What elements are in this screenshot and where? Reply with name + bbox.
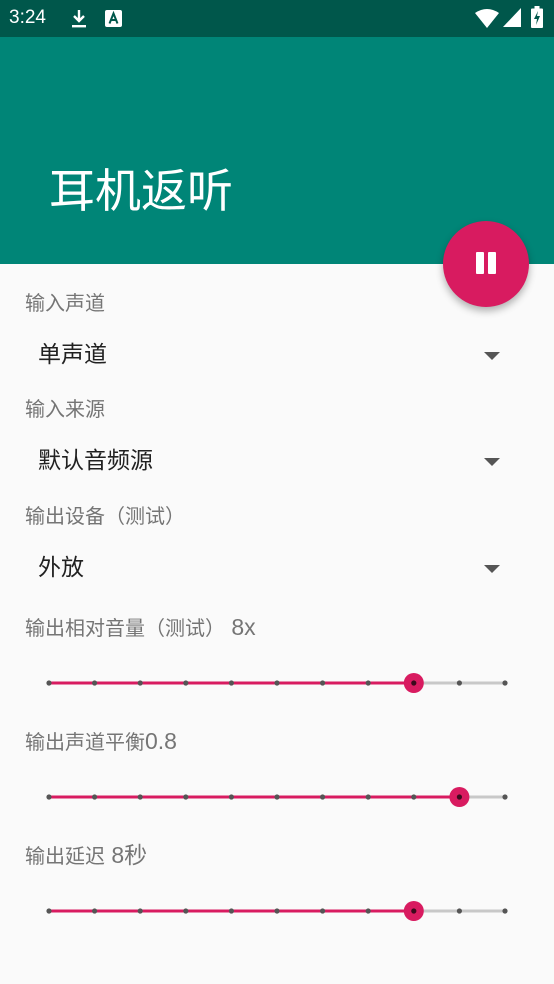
slider-thumb-dot bbox=[411, 680, 417, 686]
status-time: 3:24 bbox=[9, 7, 46, 28]
output-volume-label-text: 输出相对音量（测试） bbox=[25, 616, 225, 640]
slider-thumb-dot bbox=[411, 908, 417, 914]
input-source-spinner[interactable]: 默认音频源 bbox=[25, 434, 515, 490]
dropdown-arrow-icon bbox=[484, 565, 500, 573]
output-volume-label: 输出相对音量（测试） 8x bbox=[25, 614, 256, 642]
slider-thumb-dot bbox=[456, 794, 462, 800]
slider-tick bbox=[228, 908, 234, 914]
output-delay-slider[interactable] bbox=[46, 896, 508, 926]
slider-graphic bbox=[46, 673, 508, 693]
output-balance-slider[interactable] bbox=[46, 782, 508, 812]
output-balance-value: 0.8 bbox=[145, 728, 177, 754]
slider-tick bbox=[274, 680, 280, 686]
slider-graphic bbox=[46, 787, 508, 807]
slider-tick bbox=[320, 680, 326, 686]
output-balance-label-text: 输出声道平衡 bbox=[25, 730, 145, 754]
slider-tick bbox=[502, 680, 508, 686]
dropdown-arrow-icon bbox=[484, 352, 500, 360]
output-volume-value: 8x bbox=[231, 614, 256, 640]
slider-tick bbox=[320, 794, 326, 800]
slider-tick bbox=[137, 908, 143, 914]
output-device-value: 外放 bbox=[38, 555, 84, 581]
slider-tick bbox=[365, 794, 371, 800]
output-delay-label-text: 输出延迟 bbox=[25, 844, 105, 868]
slider-tick bbox=[456, 908, 462, 914]
battery-charging-icon bbox=[531, 6, 543, 28]
slider-graphic bbox=[46, 901, 508, 921]
slider-tick bbox=[411, 794, 417, 800]
slider-tick bbox=[365, 908, 371, 914]
slider-tick bbox=[502, 908, 508, 914]
output-delay-label: 输出延迟 8秒 bbox=[25, 842, 147, 870]
output-balance-label: 输出声道平衡0.8 bbox=[25, 728, 177, 756]
slider-tick bbox=[92, 680, 98, 686]
status-bar: 3:24 bbox=[0, 0, 554, 37]
slider-tick bbox=[228, 680, 234, 686]
slider-tick bbox=[183, 680, 189, 686]
output-device-label: 输出设备（测试） bbox=[25, 504, 185, 528]
wifi-icon bbox=[475, 9, 499, 28]
slider-tick bbox=[228, 794, 234, 800]
slider-tick bbox=[183, 908, 189, 914]
slider-tick bbox=[365, 680, 371, 686]
slider-tick bbox=[274, 908, 280, 914]
dropdown-arrow-icon bbox=[484, 458, 500, 466]
slider-tick bbox=[183, 794, 189, 800]
download-icon bbox=[72, 10, 86, 28]
slider-tick bbox=[137, 794, 143, 800]
slider-tick bbox=[502, 794, 508, 800]
input-source-value: 默认音频源 bbox=[38, 448, 153, 474]
output-volume-slider[interactable] bbox=[46, 668, 508, 698]
slider-tick bbox=[92, 794, 98, 800]
a-box-icon bbox=[105, 10, 122, 27]
slider-tick bbox=[46, 794, 52, 800]
input-source-label: 输入来源 bbox=[25, 397, 105, 421]
output-device-spinner[interactable]: 外放 bbox=[25, 541, 515, 597]
pause-button[interactable] bbox=[443, 221, 529, 307]
slider-tick bbox=[320, 908, 326, 914]
output-delay-value: 8秒 bbox=[111, 842, 148, 868]
input-channel-value: 单声道 bbox=[38, 342, 107, 368]
slider-tick bbox=[137, 680, 143, 686]
slider-tick bbox=[46, 680, 52, 686]
slider-tick bbox=[46, 908, 52, 914]
input-channel-spinner[interactable]: 单声道 bbox=[25, 328, 515, 384]
slider-tick bbox=[274, 794, 280, 800]
page-title: 耳机返听 bbox=[49, 164, 233, 218]
input-channel-label: 输入声道 bbox=[25, 291, 105, 315]
signal-icon bbox=[503, 8, 521, 27]
slider-tick bbox=[456, 680, 462, 686]
slider-tick bbox=[92, 908, 98, 914]
